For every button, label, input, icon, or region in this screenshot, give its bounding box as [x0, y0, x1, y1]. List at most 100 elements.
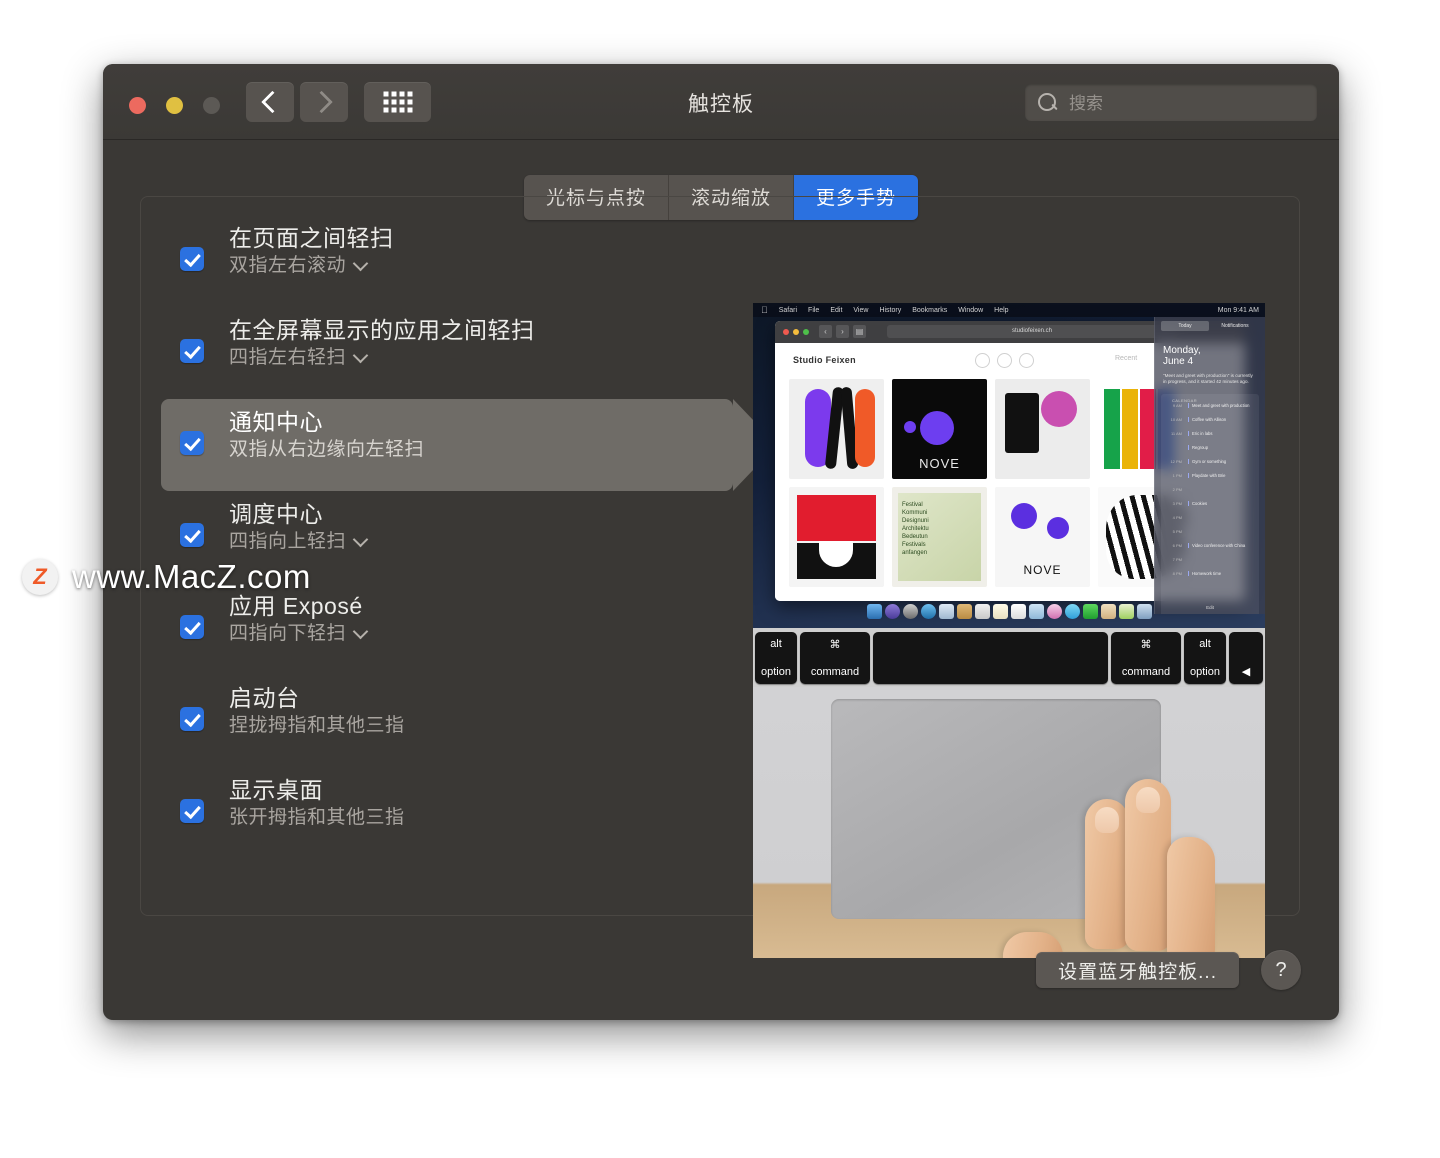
artwork-card: [789, 379, 884, 479]
calendar-event-time: 3 PM: [1172, 501, 1182, 506]
fingernail: [1095, 807, 1119, 833]
gesture-option-menu[interactable]: 四指向下轻扫: [229, 621, 751, 647]
dock-icon-numbers: [1118, 604, 1134, 619]
calendar-event-row: 9 AM Meet and greet with production: [1164, 403, 1256, 417]
calendar-event-row: 3 PM Cookies: [1164, 501, 1256, 515]
notification-center-summary: "Meet and greet with production" is curr…: [1163, 373, 1253, 384]
preview-sidebar-icon: ▤: [853, 325, 866, 338]
dock-icon-messages: [1064, 604, 1080, 619]
gesture-checkbox[interactable]: [180, 247, 204, 271]
gesture-option-menu[interactable]: 四指向上轻扫: [229, 529, 751, 555]
gesture-checkbox[interactable]: [180, 707, 204, 731]
calendar-event-time: 12 PM: [1170, 459, 1182, 464]
menubar-item: Edit: [823, 306, 842, 314]
artwork-card: [789, 487, 884, 587]
calendar-event-list: 9 AM Meet and greet with production 10 AM C…: [1164, 403, 1256, 585]
calendar-event-title: Gym or something: [1188, 459, 1254, 464]
key-bottom-label: ◀: [1241, 665, 1251, 678]
gesture-checkbox[interactable]: [180, 339, 204, 363]
key-top-label: ⌘: [1140, 638, 1152, 651]
gesture-option-label: 四指向上轻扫: [229, 531, 347, 552]
dock-icon-safari: [920, 604, 936, 619]
calendar-event-title: Video conference with China: [1188, 543, 1254, 548]
calendar-event-title: Cookies: [1188, 501, 1254, 506]
dock-icon-mail: [974, 604, 990, 619]
gesture-row[interactable]: 启动台 捏拢拇指和其他三指: [161, 675, 751, 767]
calendar-event-title: Playdate with Brie: [1188, 473, 1254, 478]
dock-icon-rocket: [902, 604, 918, 619]
nc-tab-notifications[interactable]: Notifications: [1211, 321, 1259, 331]
chevron-down-icon: [352, 623, 369, 639]
preview-notification-center: Today Notifications Monday, June 4 "Meet…: [1154, 317, 1265, 614]
key-bottom-label: command: [810, 665, 860, 678]
gesture-checkbox[interactable]: [180, 431, 204, 455]
window-titlebar: 触控板: [103, 64, 1339, 140]
dock-icon-notes: [956, 604, 972, 619]
calendar-event-time: 6 PM: [1172, 543, 1182, 548]
search-field[interactable]: [1025, 84, 1317, 123]
calendar-event-row: 6 PM Video conference with China: [1164, 543, 1256, 557]
keyboard-key: alt option: [755, 631, 797, 684]
chevron-down-icon: [352, 255, 369, 271]
gesture-row[interactable]: 在页面之间轻扫 双指左右滚动: [161, 215, 751, 307]
calendar-event-title: Meet and greet with production: [1188, 403, 1254, 408]
search-input[interactable]: [1067, 84, 1311, 123]
gesture-row[interactable]: 显示桌面 张开拇指和其他三指: [161, 767, 751, 859]
gesture-row[interactable]: 应用 Exposé 四指向下轻扫: [161, 583, 751, 675]
gesture-option-label: 双指从右边缘向左轻扫: [229, 439, 425, 460]
artwork-card: Festival Kommuni Designuni Architektu Bedeut…: [892, 487, 987, 587]
artwork-card: NOVE: [995, 487, 1090, 587]
key-bottom-label: option: [1190, 665, 1220, 678]
gesture-row[interactable]: 在全屏幕显示的应用之间轻扫四指左右轻扫: [161, 307, 751, 399]
gesture-option-menu[interactable]: 双指左右滚动: [229, 253, 751, 279]
menubar-item: History: [872, 306, 901, 314]
content-panel: 在页面之间轻扫 双指左右滚动 在全屏幕显示的应用之间轻扫 四指左右轻扫 通知中心 双指从右…: [140, 196, 1300, 958]
notification-center-edit[interactable]: Edit: [1155, 605, 1265, 610]
gesture-title: 在页面之间轻扫: [229, 225, 394, 251]
key-top-label: ⌘: [829, 638, 841, 651]
gesture-title: 在全屏幕显示的应用之间轻扫: [229, 317, 535, 343]
gesture-checkbox[interactable]: [180, 615, 204, 639]
calendar-event-row: 11 AM Eric in labs: [1164, 431, 1256, 445]
calendar-event-time: 11 AM: [1170, 431, 1182, 436]
calendar-event-time: 4 PM: [1172, 515, 1182, 520]
gesture-row[interactable]: 调度中心四指向上轻扫: [161, 491, 751, 583]
keyboard-key: alt option: [1184, 631, 1226, 684]
preview-forward-icon: ›: [836, 325, 849, 338]
calendar-event-row: 4 PM: [1164, 515, 1256, 529]
calendar-event-row: 2 PM: [1164, 487, 1256, 501]
gesture-option-menu: 捏拢拇指和其他三指: [229, 713, 751, 739]
artwork-card: [995, 379, 1090, 479]
setup-bluetooth-trackpad-button[interactable]: 设置蓝牙触控板...: [1036, 952, 1239, 988]
gesture-option-label: 捏拢拇指和其他三指: [229, 715, 405, 736]
preview-laptop-screen:  Safari File Edit View History Bookmark…: [753, 303, 1265, 628]
preview-site-nav-1: Recent: [1115, 355, 1138, 362]
help-button[interactable]: ?: [1261, 950, 1301, 990]
dock-icon-photos-alt: [1028, 604, 1044, 619]
gesture-list: 在页面之间轻扫 双指左右滚动 在全屏幕显示的应用之间轻扫 四指左右轻扫 通知中心 双指从右…: [161, 215, 777, 859]
finger-ring: [1167, 837, 1215, 958]
calendar-event-time: 2 PM: [1172, 487, 1182, 492]
preview-site-icon-1: [975, 353, 990, 368]
gesture-title: 调度中心: [229, 501, 323, 527]
key-top-label: alt: [770, 637, 782, 650]
menubar-status: Mon 9:41 AM: [1218, 307, 1259, 314]
calendar-event-row: 7 PM: [1164, 557, 1256, 571]
dock-icon-facetime: [1082, 604, 1098, 619]
gesture-option-label: 四指左右轻扫: [229, 347, 347, 368]
dock-icon-preview: [938, 604, 954, 619]
preview-back-icon: ‹: [819, 325, 832, 338]
gesture-title: 应用 Exposé: [229, 593, 363, 619]
gesture-checkbox[interactable]: [180, 523, 204, 547]
menubar-item: Bookmarks: [905, 306, 947, 314]
gesture-option-menu[interactable]: 四指左右轻扫: [229, 345, 751, 371]
dock-icon-keynote: [1100, 604, 1116, 619]
nc-tab-today[interactable]: Today: [1161, 321, 1209, 331]
gesture-row[interactable]: 通知中心 双指从右边缘向左轻扫: [161, 399, 777, 491]
preview-close-icon: [783, 329, 789, 335]
menubar-item: Window: [951, 306, 983, 314]
dock-icon-keynote2: [1136, 604, 1152, 619]
menubar-item: File: [801, 306, 819, 314]
gesture-checkbox[interactable]: [180, 799, 204, 823]
chevron-down-icon: [352, 347, 369, 363]
